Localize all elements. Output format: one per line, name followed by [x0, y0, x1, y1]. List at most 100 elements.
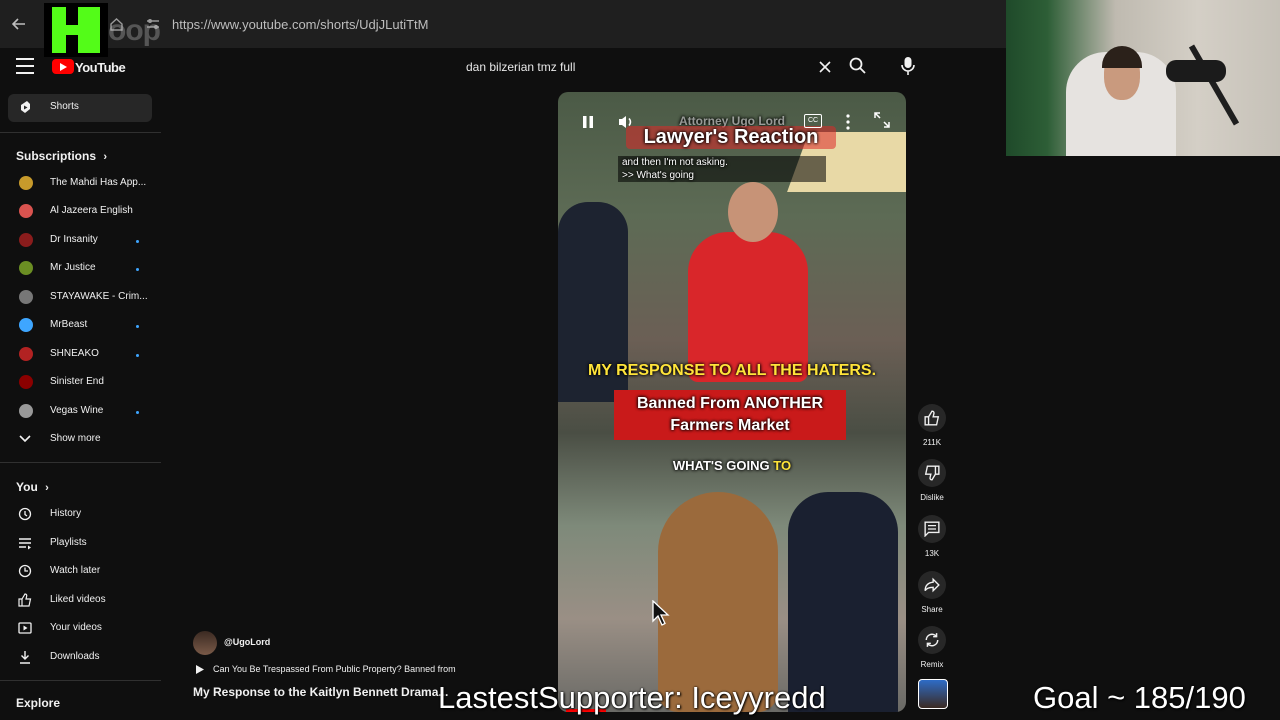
subscription-label: The Mahdi Has App... [50, 177, 147, 188]
subscription-label: Dr Insanity [50, 234, 98, 245]
closed-captions-button[interactable]: CC [804, 114, 822, 128]
liked-icon [18, 593, 32, 607]
subscription-item[interactable]: MrBeast [8, 312, 152, 340]
video-overlay-banner: Lawyer's Reaction [626, 126, 836, 149]
channel-avatar [19, 176, 33, 190]
like-count: 211K [922, 438, 942, 447]
subscription-label: Sinister End [50, 376, 104, 387]
show-more-button[interactable]: Show more [8, 426, 152, 454]
address-bar[interactable]: https://www.youtube.com/shorts/UdjJLutiT… [172, 17, 428, 32]
new-content-dot [136, 240, 139, 243]
subscription-label: SHNEAKO [50, 348, 99, 359]
sound-thumbnail[interactable] [918, 679, 948, 709]
back-arrow-icon[interactable] [12, 18, 26, 30]
closed-caption-line: and then I'm not asking. [618, 156, 826, 169]
dislike-label: Dislike [920, 493, 944, 502]
new-content-dot [136, 268, 139, 271]
microphone [1166, 60, 1226, 82]
sidebar-item-watch-later[interactable]: Watch later [8, 558, 152, 586]
channel-avatar [19, 204, 33, 218]
overlay-logo-word: oop [108, 14, 161, 47]
playlists-icon [19, 538, 31, 550]
channel-avatar [19, 404, 33, 418]
share-label: Share [921, 605, 943, 614]
video-frame-woman [658, 492, 778, 712]
sidebar-divider [0, 462, 161, 463]
search-input[interactable]: dan bilzerian tmz full [466, 60, 575, 74]
more-options-icon[interactable] [838, 112, 858, 132]
channel-handle[interactable]: @UgoLord [224, 637, 270, 647]
subscription-item[interactable]: Vegas Wine [8, 398, 152, 426]
you-label: You [16, 480, 38, 494]
share-icon [924, 577, 940, 593]
sidebar-item-shorts[interactable]: Shorts [8, 94, 152, 122]
video-caption-main: MY RESPONSE TO ALL THE HATERS. [587, 362, 877, 379]
caption-text: WHAT'S GOING [672, 458, 774, 473]
comment-count: 13K [924, 549, 940, 558]
shorts-icon [21, 101, 30, 113]
subscription-item[interactable]: Dr Insanity [8, 227, 152, 255]
subscription-label: Mr Justice [50, 262, 96, 273]
goal-overlay: Goal ~ 185/190 [1033, 680, 1246, 715]
sidebar-item-label: History [50, 508, 82, 519]
sidebar-item-label: Liked videos [50, 594, 106, 605]
subscriptions-label: Subscriptions [16, 149, 97, 163]
youtube-logo-icon[interactable] [52, 59, 74, 74]
subscription-item[interactable]: Sinister End [8, 369, 152, 397]
chevron-right-icon: › [45, 482, 49, 494]
remix-button[interactable]: Remix [918, 626, 946, 669]
pause-icon[interactable] [578, 112, 598, 132]
sidebar-item-your-videos[interactable]: Your videos [8, 615, 152, 643]
share-button[interactable]: Share [918, 571, 946, 614]
microphone-icon[interactable] [898, 56, 918, 76]
shorts-video-player[interactable]: Attorney Ugo Lord Lawyer's Reaction and … [558, 92, 906, 712]
comments-button[interactable]: 13K [918, 515, 946, 558]
caption-highlight: TO [773, 458, 792, 473]
subscription-item[interactable]: Al Jazeera English [8, 198, 152, 226]
channel-avatar [19, 347, 33, 361]
video-frame-face [728, 182, 778, 242]
dislike-button[interactable]: Dislike [918, 459, 946, 502]
subscription-item[interactable]: STAYAWAKE - Crim... [8, 284, 152, 312]
subscription-item[interactable]: Mr Justice [8, 255, 152, 283]
sidebar-item-playlists[interactable]: Playlists [8, 530, 152, 558]
video-caption-bottom: WHAT'S GOING TO [558, 458, 906, 473]
sidebar-item-history[interactable]: History [8, 501, 152, 529]
subscription-label: Vegas Wine [50, 405, 104, 416]
channel-avatar [19, 261, 33, 275]
comment-icon [924, 521, 940, 537]
search-icon[interactable] [848, 56, 868, 76]
you-heading[interactable]: You › [16, 480, 49, 494]
remix-label: Remix [920, 660, 944, 669]
latest-supporter-overlay: LastestSupporter: Iceyyredd [438, 680, 826, 715]
youtube-logo-text[interactable]: YouTube [75, 60, 126, 75]
fullscreen-icon[interactable] [872, 110, 892, 130]
chevron-right-icon: › [103, 151, 108, 163]
hamburger-menu-icon[interactable] [16, 58, 34, 74]
clear-search-icon[interactable] [818, 60, 832, 74]
volume-icon[interactable] [616, 112, 636, 132]
mic-arm [1188, 44, 1240, 126]
video-title[interactable]: My Response to the Kaitlyn Bennett Drama… [193, 685, 448, 699]
subscriptions-heading[interactable]: Subscriptions › [16, 149, 107, 163]
channel-avatar [19, 375, 33, 389]
channel-avatar[interactable] [193, 631, 217, 655]
thumbs-down-icon [924, 465, 940, 481]
channel-avatar [19, 290, 33, 304]
sidebar-item-downloads[interactable]: Downloads [8, 644, 152, 672]
mouse-cursor-icon [652, 600, 670, 626]
subscription-item[interactable]: The Mahdi Has App... [8, 170, 152, 198]
sidebar-item-label: Watch later [50, 565, 101, 576]
sidebar-item-liked-videos[interactable]: Liked videos [8, 587, 152, 615]
chevron-down-icon [19, 435, 31, 443]
video-description[interactable]: Can You Be Trespassed From Public Proper… [213, 664, 456, 674]
subscription-label: Al Jazeera English [50, 205, 133, 216]
subscription-label: STAYAWAKE - Crim... [50, 291, 148, 302]
like-button[interactable]: 211K [918, 404, 946, 447]
subscription-item[interactable]: SHNEAKO [8, 341, 152, 369]
video-caption-banner: Banned From ANOTHER Farmers Market [614, 390, 846, 440]
downloads-icon [20, 651, 30, 664]
explore-heading: Explore [16, 696, 60, 710]
sidebar-item-label: Your videos [50, 622, 102, 633]
play-icon [196, 665, 204, 674]
